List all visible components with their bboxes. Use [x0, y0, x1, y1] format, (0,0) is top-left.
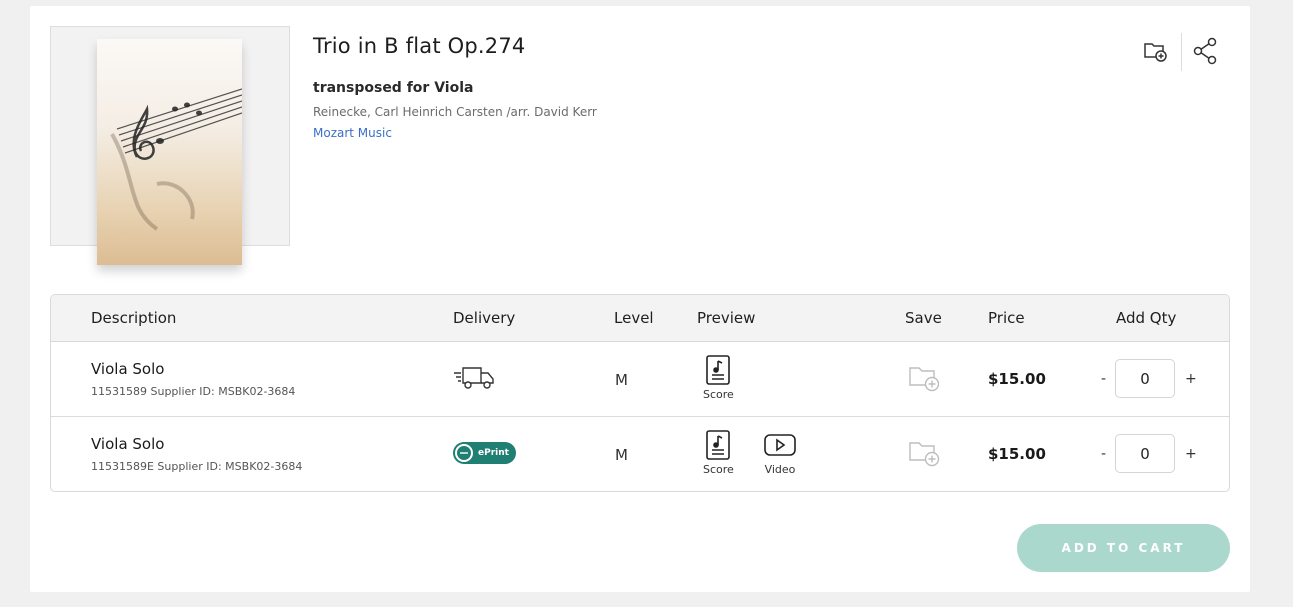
level-value: M: [615, 446, 628, 464]
col-save: Save: [905, 309, 942, 327]
qty-decrement-button[interactable]: -: [1101, 371, 1106, 387]
price-value: $15.00: [988, 445, 1046, 463]
publisher-link[interactable]: Mozart Music: [313, 126, 392, 140]
product-subtitle: transposed for Viola: [313, 80, 474, 96]
level-value: M: [615, 371, 628, 389]
col-add-qty: Add Qty: [1116, 309, 1177, 327]
col-delivery: Delivery: [453, 309, 516, 327]
item-name: Viola Solo: [91, 435, 165, 453]
item-name: Viola Solo: [91, 360, 165, 378]
table-row: Viola Solo 11531589E Supplier ID: MSBK02…: [51, 417, 1229, 491]
qty-increment-button[interactable]: +: [1185, 371, 1197, 387]
preview-label: Video: [764, 463, 796, 476]
play-icon: [764, 434, 796, 456]
col-preview: Preview: [697, 309, 756, 327]
col-level: Level: [614, 309, 654, 327]
cover-image[interactable]: [97, 39, 242, 265]
preview-video-button[interactable]: Video: [763, 433, 797, 476]
price-value: $15.00: [988, 370, 1046, 388]
preview-score-button[interactable]: Score: [703, 354, 734, 401]
folder-plus-icon[interactable]: [1141, 36, 1171, 66]
qty-input[interactable]: [1115, 434, 1175, 473]
preview-label: Score: [703, 388, 734, 401]
col-description: Description: [91, 309, 177, 327]
score-icon: [706, 430, 731, 460]
save-folder-icon[interactable]: [908, 363, 942, 397]
col-price: Price: [988, 309, 1025, 327]
product-title: Trio in B flat Op.274: [313, 34, 526, 58]
item-id: 11531589E Supplier ID: MSBK02-3684: [91, 460, 303, 473]
qty-increment-button[interactable]: +: [1185, 446, 1197, 462]
save-folder-icon[interactable]: [908, 438, 942, 472]
eprint-badge: ePrint: [453, 442, 516, 464]
item-id: 11531589 Supplier ID: MSBK02-3684: [91, 385, 296, 398]
composer-line: Reinecke, Carl Heinrich Carsten /arr. Da…: [313, 105, 597, 119]
preview-label: Score: [703, 463, 734, 476]
qty-decrement-button[interactable]: -: [1101, 446, 1106, 462]
score-icon: [706, 355, 731, 385]
header-divider: [1181, 33, 1182, 71]
qty-input[interactable]: [1115, 359, 1175, 398]
eprint-icon: [455, 444, 473, 462]
preview-score-button[interactable]: Score: [703, 429, 734, 476]
add-to-cart-button[interactable]: ADD TO CART: [1017, 524, 1230, 572]
share-icon[interactable]: [1191, 36, 1221, 66]
eprint-label: ePrint: [478, 448, 509, 458]
table-header: Description Delivery Level Preview Save …: [51, 295, 1229, 342]
variants-table: Description Delivery Level Preview Save …: [50, 294, 1230, 492]
truck-icon: [453, 365, 495, 395]
table-row: Viola Solo 11531589 Supplier ID: MSBK02-…: [51, 342, 1229, 417]
